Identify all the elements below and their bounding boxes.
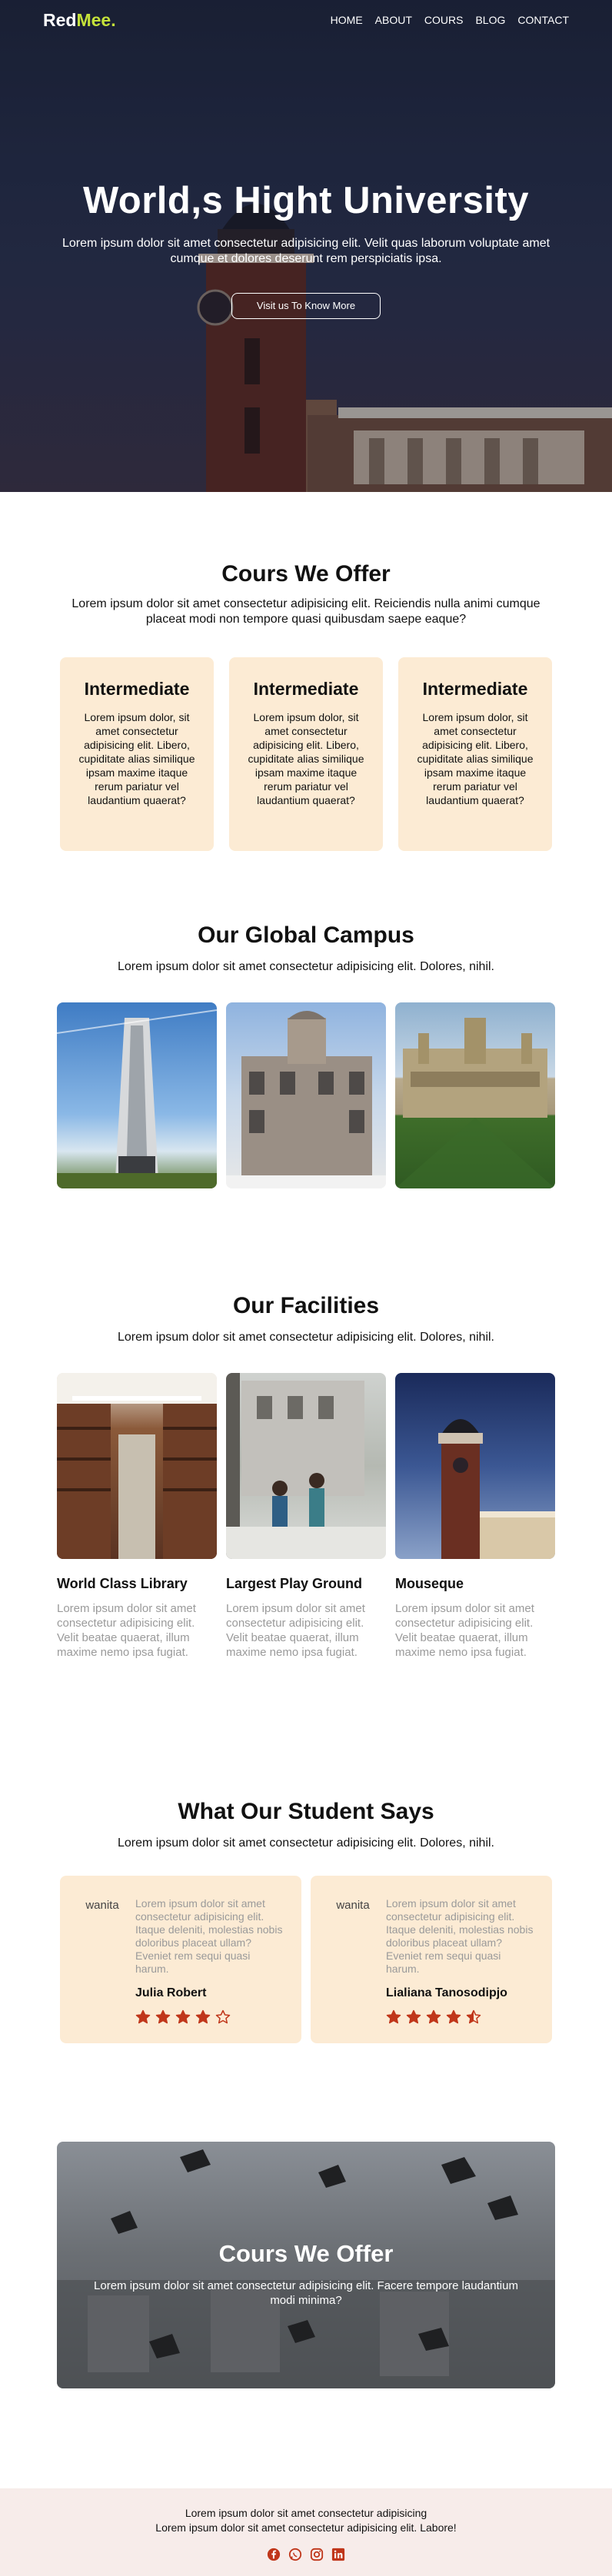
nav-link-home[interactable]: HOME bbox=[331, 14, 363, 26]
playground-image bbox=[226, 1373, 386, 1559]
instagram-icon[interactable] bbox=[310, 2548, 324, 2561]
mouseque-image bbox=[395, 1373, 555, 1559]
navbar: RedMee. HOME ABOUT COURS BLOG CONTACT bbox=[0, 0, 612, 40]
section-title: Cours We Offer bbox=[221, 561, 391, 587]
testimonial-author: Lialiana Tanosodipjo bbox=[386, 1986, 507, 1999]
section-title: Our Facilities bbox=[232, 1293, 380, 1318]
testimonial-author: Julia Robert bbox=[135, 1986, 207, 1999]
facilities-list: World Class Library Lorem ipsum dolor si… bbox=[0, 1373, 612, 1660]
facility-item[interactable]: Largest Play Ground Lorem ipsum dolor si… bbox=[226, 1373, 386, 1660]
cta-text: Lorem ipsum dolor sit amet consectetur a… bbox=[94, 2279, 518, 2307]
facility-text: Lorem ipsum dolor sit amet consectetur a… bbox=[395, 1602, 534, 1659]
section-subtitle: Lorem ipsum dolor sit amet consectetur a… bbox=[118, 960, 494, 973]
hero-description: Lorem ipsum dolor sit amet consectetur a… bbox=[62, 237, 550, 265]
library-image bbox=[57, 1373, 217, 1559]
course-title: Intermediate bbox=[84, 679, 190, 699]
facebook-icon[interactable] bbox=[267, 2548, 281, 2561]
star-full-icon bbox=[426, 2009, 441, 2024]
course-text: Lorem ipsum dolor, sit amet consectetur … bbox=[248, 711, 364, 806]
cta-section: Cours We Offer Lorem ipsum dolor sit ame… bbox=[0, 2117, 612, 2488]
hero-content: World,s Hight University Lorem ipsum dol… bbox=[0, 179, 612, 319]
nav-link-blog[interactable]: BLOG bbox=[475, 14, 505, 26]
course-card[interactable]: Intermediate Lorem ipsum dolor, sit amet… bbox=[60, 657, 214, 851]
star-empty-icon bbox=[215, 2009, 231, 2024]
star-full-icon bbox=[135, 2009, 151, 2024]
campus-image-college[interactable] bbox=[395, 1002, 555, 1188]
facility-title: Mouseque bbox=[395, 1576, 464, 1591]
hero-section: RedMee. HOME ABOUT COURS BLOG CONTACT Wo… bbox=[0, 0, 612, 492]
testimonial-text: Lorem ipsum dolor sit amet consectetur a… bbox=[135, 1897, 283, 1975]
star-full-icon bbox=[195, 2009, 211, 2024]
whatsapp-icon[interactable] bbox=[288, 2548, 302, 2561]
section-subtitle: Lorem ipsum dolor sit amet consectetur a… bbox=[118, 1331, 494, 1344]
footer-text-line1: Lorem ipsum dolor sit amet consectetur a… bbox=[185, 2507, 427, 2519]
facility-text: Lorem ipsum dolor sit amet consectetur a… bbox=[57, 1602, 196, 1659]
testimonial-text: Lorem ipsum dolor sit amet consectetur a… bbox=[386, 1897, 534, 1975]
nav-link-cours[interactable]: COURS bbox=[424, 14, 464, 26]
star-half-icon bbox=[466, 2009, 481, 2024]
logo-accent-text: Mee. bbox=[76, 9, 116, 30]
footer: Lorem ipsum dolor sit amet consectetur a… bbox=[0, 2488, 612, 2576]
course-text: Lorem ipsum dolor, sit amet consectetur … bbox=[78, 711, 195, 806]
course-cards: Intermediate Lorem ipsum dolor, sit amet… bbox=[0, 657, 612, 851]
logo-text: Red bbox=[43, 9, 77, 30]
course-card[interactable]: Intermediate Lorem ipsum dolor, sit amet… bbox=[398, 657, 552, 851]
section-title: Our Global Campus bbox=[198, 922, 414, 948]
testimonial-card: wanita Lorem ipsum dolor sit amet consec… bbox=[311, 1876, 552, 2043]
brand-logo[interactable]: RedMee. bbox=[43, 10, 116, 31]
facility-item[interactable]: World Class Library Lorem ipsum dolor si… bbox=[57, 1373, 217, 1660]
avatar: wanita bbox=[336, 1899, 370, 1912]
course-title: Intermediate bbox=[253, 679, 359, 699]
nav-menu: HOME ABOUT COURS BLOG CONTACT bbox=[331, 14, 569, 26]
testimonial-list: wanita Lorem ipsum dolor sit amet consec… bbox=[0, 1876, 612, 2043]
cta-banner: Cours We Offer Lorem ipsum dolor sit ame… bbox=[57, 2142, 555, 2388]
campus-image-building[interactable] bbox=[226, 1002, 386, 1188]
avatar: wanita bbox=[85, 1899, 119, 1912]
rating-stars bbox=[386, 2009, 537, 2025]
hero-title: World,s Hight University bbox=[82, 180, 530, 221]
star-full-icon bbox=[386, 2009, 401, 2024]
visit-button[interactable]: Visit us To Know More bbox=[231, 293, 381, 319]
star-full-icon bbox=[155, 2009, 171, 2024]
testimonial-card: wanita Lorem ipsum dolor sit amet consec… bbox=[60, 1876, 301, 2043]
facility-title: World Class Library bbox=[57, 1576, 188, 1591]
campus-gallery bbox=[0, 1002, 612, 1188]
facilities-section: Our Facilities Lorem ipsum dolor sit ame… bbox=[0, 1261, 612, 1768]
nav-link-contact[interactable]: CONTACT bbox=[517, 14, 569, 26]
nav-link-about[interactable]: ABOUT bbox=[375, 14, 412, 26]
star-full-icon bbox=[175, 2009, 191, 2024]
linkedin-icon[interactable] bbox=[331, 2548, 345, 2561]
star-full-icon bbox=[406, 2009, 421, 2024]
campus-image-tower[interactable] bbox=[57, 1002, 217, 1188]
section-title: What Our Student Says bbox=[178, 1799, 434, 1824]
cta-content: Cours We Offer Lorem ipsum dolor sit ame… bbox=[57, 2240, 555, 2308]
cta-title: Cours We Offer bbox=[218, 2240, 394, 2267]
section-subtitle: Lorem ipsum dolor sit amet consectetur a… bbox=[72, 597, 540, 626]
social-links bbox=[0, 2548, 612, 2561]
courses-section: Cours We Offer Lorem ipsum dolor sit ame… bbox=[0, 492, 612, 892]
course-text: Lorem ipsum dolor, sit amet consectetur … bbox=[417, 711, 534, 806]
testimonials-section: What Our Student Says Lorem ipsum dolor … bbox=[0, 1768, 612, 2117]
star-full-icon bbox=[446, 2009, 461, 2024]
section-subtitle: Lorem ipsum dolor sit amet consectetur a… bbox=[118, 1836, 494, 1850]
facility-text: Lorem ipsum dolor sit amet consectetur a… bbox=[226, 1602, 365, 1659]
rating-stars bbox=[135, 2009, 286, 2025]
course-title: Intermediate bbox=[422, 679, 528, 699]
facility-title: Largest Play Ground bbox=[226, 1576, 363, 1591]
course-card[interactable]: Intermediate Lorem ipsum dolor, sit amet… bbox=[229, 657, 383, 851]
campus-section: Our Global Campus Lorem ipsum dolor sit … bbox=[0, 892, 612, 1261]
footer-text-line2: Lorem ipsum dolor sit amet consectetur a… bbox=[155, 2521, 457, 2534]
facility-item[interactable]: Mouseque Lorem ipsum dolor sit amet cons… bbox=[395, 1373, 555, 1660]
